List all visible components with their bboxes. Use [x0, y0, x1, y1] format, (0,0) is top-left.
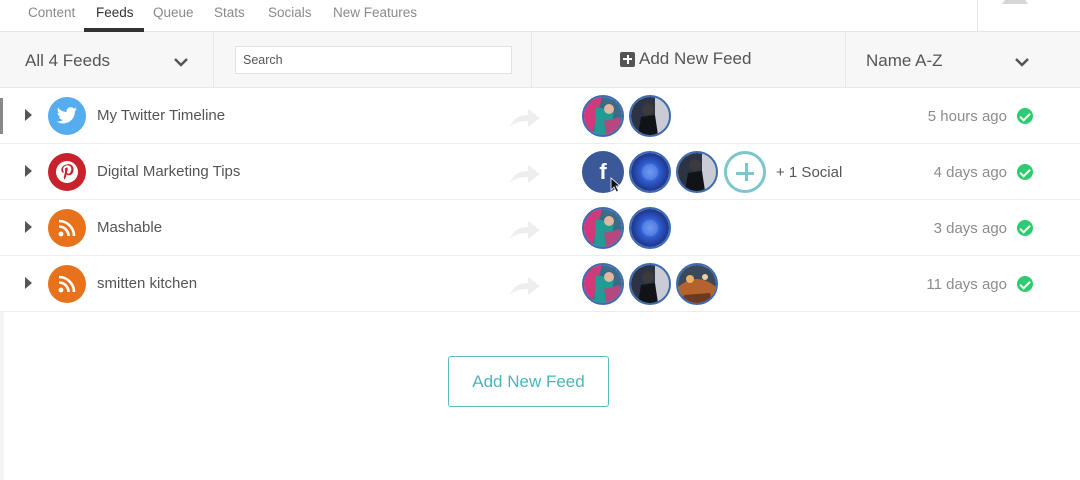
add-new-feed-header-label: Add New Feed [639, 49, 752, 68]
toolbar-divider [845, 32, 846, 88]
feeds-toolbar: All 4 Feeds Add New Feed Name A-Z [0, 32, 1080, 88]
connected-socials [582, 94, 671, 138]
expand-caret-icon[interactable] [25, 277, 32, 289]
avatar[interactable] [676, 263, 718, 305]
expand-caret-icon[interactable] [25, 165, 32, 177]
share-arrow-icon[interactable] [508, 217, 542, 241]
feed-name[interactable]: Mashable [97, 219, 162, 236]
rss-icon [48, 265, 86, 303]
tab-stats-label: Stats [214, 5, 245, 20]
avatar[interactable] [629, 151, 671, 193]
mouse-cursor-icon [610, 177, 622, 193]
avatar[interactable] [582, 207, 624, 249]
last-updated-time: 3 days ago [933, 220, 1007, 237]
top-navigation: Content Feeds Queue Stats Socials New Fe… [0, 0, 1080, 32]
rss-icon [48, 209, 86, 247]
connected-socials [582, 206, 671, 250]
feed-name[interactable]: Digital Marketing Tips [97, 163, 240, 180]
avatar[interactable] [582, 263, 624, 305]
status-check-icon [1017, 276, 1033, 292]
add-social-button[interactable] [724, 151, 766, 193]
tab-new-features[interactable]: New Features [333, 0, 417, 32]
plus-square-icon [620, 51, 635, 67]
status-check-icon [1017, 220, 1033, 236]
toolbar-divider [531, 32, 532, 88]
bell-icon[interactable] [1000, 0, 1030, 10]
avatar[interactable] [629, 95, 671, 137]
avatar[interactable] [676, 151, 718, 193]
tab-stats[interactable]: Stats [214, 0, 245, 32]
feed-row[interactable]: My Twitter Timeline 5 hours ago [0, 88, 1080, 144]
feed-row[interactable]: Digital Marketing Tips f + 1 Social 4 da… [0, 144, 1080, 200]
tab-content[interactable]: Content [28, 0, 75, 32]
extra-socials-count[interactable]: + 1 Social [776, 164, 842, 181]
share-arrow-icon[interactable] [508, 105, 542, 129]
tab-socials[interactable]: Socials [268, 0, 312, 32]
pinterest-icon [48, 153, 86, 191]
feed-row[interactable]: smitten kitchen 11 days ago [0, 256, 1080, 312]
connected-socials [582, 262, 718, 306]
avatar[interactable] [629, 207, 671, 249]
expand-caret-icon[interactable] [25, 221, 32, 233]
chevron-down-icon[interactable] [1014, 57, 1030, 67]
last-updated-time: 4 days ago [933, 164, 1007, 181]
sort-dropdown[interactable]: Name A-Z [866, 51, 943, 71]
tab-feeds-label: Feeds [96, 5, 134, 20]
last-updated-time: 5 hours ago [927, 108, 1007, 125]
share-arrow-icon[interactable] [508, 273, 542, 297]
nav-divider [977, 0, 978, 32]
expand-caret-icon[interactable] [25, 109, 32, 121]
add-new-feed-button[interactable]: Add New Feed [448, 356, 609, 407]
facebook-letter: f [599, 159, 607, 184]
chevron-down-icon[interactable] [173, 57, 189, 67]
feed-filter-dropdown[interactable]: All 4 Feeds [25, 51, 110, 71]
search-input[interactable] [235, 46, 512, 74]
status-check-icon [1017, 164, 1033, 180]
tab-socials-label: Socials [268, 5, 312, 20]
toolbar-divider [213, 32, 214, 88]
feed-name[interactable]: My Twitter Timeline [97, 107, 225, 124]
avatar[interactable] [629, 263, 671, 305]
feed-row[interactable]: Mashable 3 days ago [0, 200, 1080, 256]
add-new-feed-header-button[interactable]: Add New Feed [620, 49, 751, 69]
tab-feeds[interactable]: Feeds [84, 0, 144, 32]
share-arrow-icon[interactable] [508, 161, 542, 185]
last-updated-time: 11 days ago [926, 276, 1007, 293]
twitter-icon [48, 97, 86, 135]
avatar[interactable] [582, 95, 624, 137]
status-check-icon [1017, 108, 1033, 124]
tab-queue[interactable]: Queue [153, 0, 194, 32]
feed-name[interactable]: smitten kitchen [97, 275, 197, 292]
